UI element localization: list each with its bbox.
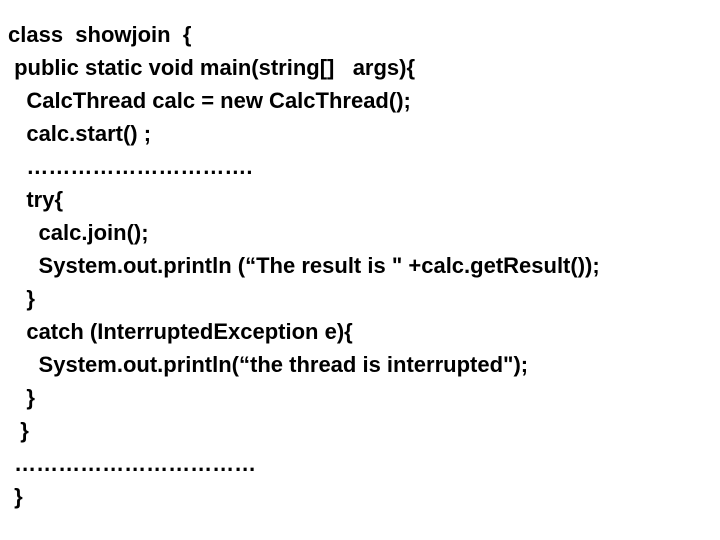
code-line: public static void main(string[] args){ [8,51,712,84]
code-line: System.out.println (“The result is " +ca… [8,249,712,282]
code-line: catch (InterruptedException e){ [8,315,712,348]
code-line: } [8,414,712,447]
code-line: …………………………… [8,447,712,480]
code-block: class showjoin { public static void main… [8,18,712,513]
code-line: } [8,381,712,414]
code-line: calc.start() ; [8,117,712,150]
code-line: } [8,480,712,513]
code-line: …………………………. [8,150,712,183]
code-line: calc.join(); [8,216,712,249]
code-line: class showjoin { [8,18,712,51]
code-line: } [8,282,712,315]
code-line: try{ [8,183,712,216]
code-line: System.out.println(“the thread is interr… [8,348,712,381]
code-line: CalcThread calc = new CalcThread(); [8,84,712,117]
